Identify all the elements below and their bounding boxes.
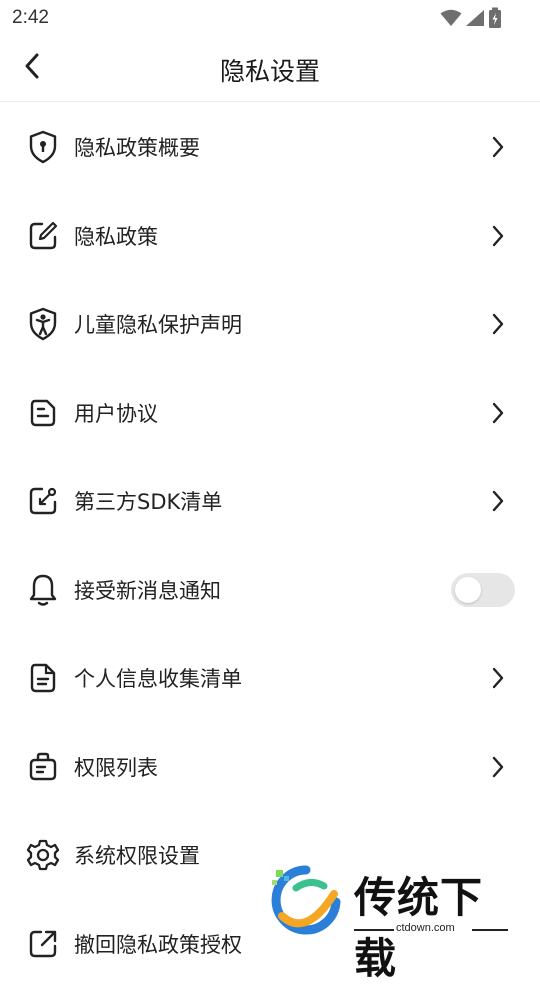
- toggle-knob: [455, 577, 481, 603]
- menu-item-privacy-policy[interactable]: 隐私政策: [0, 192, 540, 281]
- watermark-logo-icon: [266, 864, 346, 940]
- share-out-icon: [26, 927, 60, 961]
- menu-item-personal-info-list[interactable]: 个人信息收集清单: [0, 634, 540, 723]
- bell-icon: [26, 573, 60, 607]
- shield-lock-icon: [26, 130, 60, 164]
- menu-item-child-privacy[interactable]: 儿童隐私保护声明: [0, 280, 540, 369]
- chevron-right-icon: [488, 135, 508, 159]
- external-link-square-icon: [26, 484, 60, 518]
- child-shield-icon: [26, 307, 60, 341]
- menu-item-label: 个人信息收集清单: [74, 663, 242, 693]
- chevron-right-icon: [488, 224, 508, 248]
- menu-item-label: 权限列表: [74, 752, 158, 782]
- briefcase-list-icon: [26, 750, 60, 784]
- agreement-document-icon: [26, 396, 60, 430]
- notification-toggle[interactable]: [451, 573, 515, 607]
- watermark-divider: [354, 929, 394, 931]
- status-bar: 2:42: [0, 0, 540, 36]
- menu-item-label: 用户协议: [74, 398, 158, 428]
- menu-item-label: 系统权限设置: [74, 840, 200, 870]
- page-title: 隐私设置: [0, 52, 540, 88]
- settings-list: 隐私政策概要 隐私政策 儿童隐私保护声明 用户协议: [0, 103, 540, 988]
- watermark-url: ctdown.com: [396, 922, 455, 934]
- pen-document-icon: [26, 219, 60, 253]
- chevron-right-icon: [488, 401, 508, 425]
- status-icons: [440, 7, 502, 29]
- menu-item-permission-list[interactable]: 权限列表: [0, 723, 540, 812]
- chevron-right-icon: [488, 666, 508, 690]
- chevron-right-icon: [488, 489, 508, 513]
- menu-item-notifications[interactable]: 接受新消息通知: [0, 546, 540, 635]
- chevron-right-icon: [488, 755, 508, 779]
- watermark-divider: [472, 929, 508, 931]
- menu-item-label: 接受新消息通知: [74, 575, 221, 605]
- battery-icon: [488, 7, 502, 29]
- document-list-icon: [26, 661, 60, 695]
- menu-item-user-agreement[interactable]: 用户协议: [0, 369, 540, 458]
- wifi-icon: [440, 9, 462, 27]
- status-time: 2:42: [12, 7, 49, 29]
- menu-item-label: 儿童隐私保护声明: [74, 309, 242, 339]
- header: 隐私设置: [0, 36, 540, 102]
- menu-item-label: 撤回隐私政策授权: [74, 929, 242, 959]
- cell-signal-icon: [465, 9, 485, 27]
- menu-item-third-party-sdk[interactable]: 第三方SDK清单: [0, 457, 540, 546]
- watermark: 传统下载 ctdown.com: [266, 860, 522, 942]
- menu-item-label: 隐私政策概要: [74, 132, 200, 162]
- menu-item-privacy-summary[interactable]: 隐私政策概要: [0, 103, 540, 192]
- gear-icon: [26, 838, 60, 872]
- menu-item-label: 第三方SDK清单: [74, 486, 222, 516]
- menu-item-label: 隐私政策: [74, 221, 158, 251]
- chevron-right-icon: [488, 312, 508, 336]
